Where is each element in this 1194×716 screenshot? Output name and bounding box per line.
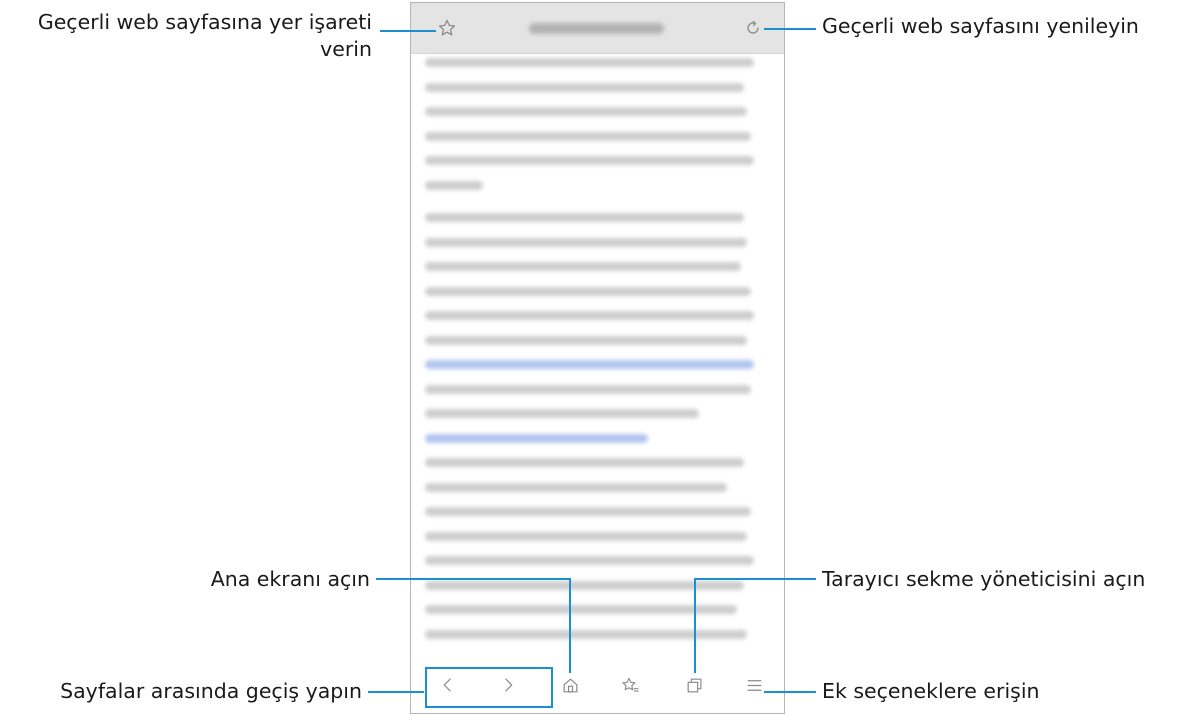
bookmark-callout-line-1: Geçerli web sayfasına yer işareti [37, 10, 372, 34]
text-line [425, 180, 484, 190]
text-line [425, 213, 744, 222]
text-line [425, 237, 748, 247]
text-line [425, 131, 751, 141]
navigate-leader-line [368, 691, 424, 693]
tabs-icon[interactable] [683, 674, 705, 696]
address-bar[interactable] [411, 3, 784, 54]
text-line [425, 507, 751, 516]
text-line [425, 458, 744, 467]
chevron-right-icon[interactable] [497, 674, 519, 696]
text-line [425, 531, 748, 541]
text-line [425, 580, 744, 590]
text-line [425, 286, 751, 296]
text-line [425, 156, 755, 165]
link-line[interactable] [425, 360, 755, 369]
refresh-callout-label: Geçerli web sayfasını yenileyin [822, 14, 1139, 38]
refresh-leader-line [764, 28, 816, 30]
text-line [425, 556, 755, 565]
text-line [425, 384, 751, 394]
text-line [425, 82, 744, 92]
home-callout-label: Ana ekranı açın [210, 567, 370, 591]
bookmarks-icon[interactable] [619, 674, 641, 696]
home-leader-line-h [376, 578, 571, 580]
text-line [425, 311, 755, 320]
more-callout-label: Ek seçeneklere erişin [822, 679, 1040, 703]
text-line [425, 409, 700, 418]
bookmark-star-icon[interactable] [435, 16, 459, 40]
home-leader-line-v [569, 578, 571, 673]
page-content [425, 53, 768, 655]
bookmark-callout-label: Geçerli web sayfasına yer işareti verin [4, 9, 372, 63]
text-line [425, 107, 748, 116]
link-line[interactable] [425, 433, 648, 443]
text-line [425, 629, 748, 639]
tabs-callout-label: Tarayıcı sekme yöneticisini açın [822, 567, 1146, 591]
tabs-leader-line-h [694, 578, 816, 580]
paragraph [425, 213, 768, 654]
browser-screen [410, 2, 785, 714]
paragraph [425, 58, 768, 205]
text-line [425, 335, 748, 345]
url-text[interactable] [529, 23, 664, 34]
text-line [425, 262, 741, 271]
tabs-leader-line-v [694, 578, 696, 673]
bookmark-callout-line-2: verin [320, 37, 372, 61]
more-leader-line [764, 691, 816, 693]
navigate-callout-label: Sayfalar arasında geçiş yapın [60, 679, 362, 703]
refresh-icon[interactable] [741, 16, 765, 40]
bookmark-leader-line [380, 30, 436, 32]
chevron-left-icon[interactable] [437, 674, 459, 696]
text-line [425, 605, 738, 614]
home-icon[interactable] [559, 674, 581, 696]
text-line [425, 58, 755, 67]
menu-icon[interactable] [743, 674, 765, 696]
text-line [425, 482, 727, 492]
bottom-toolbar [411, 657, 784, 713]
